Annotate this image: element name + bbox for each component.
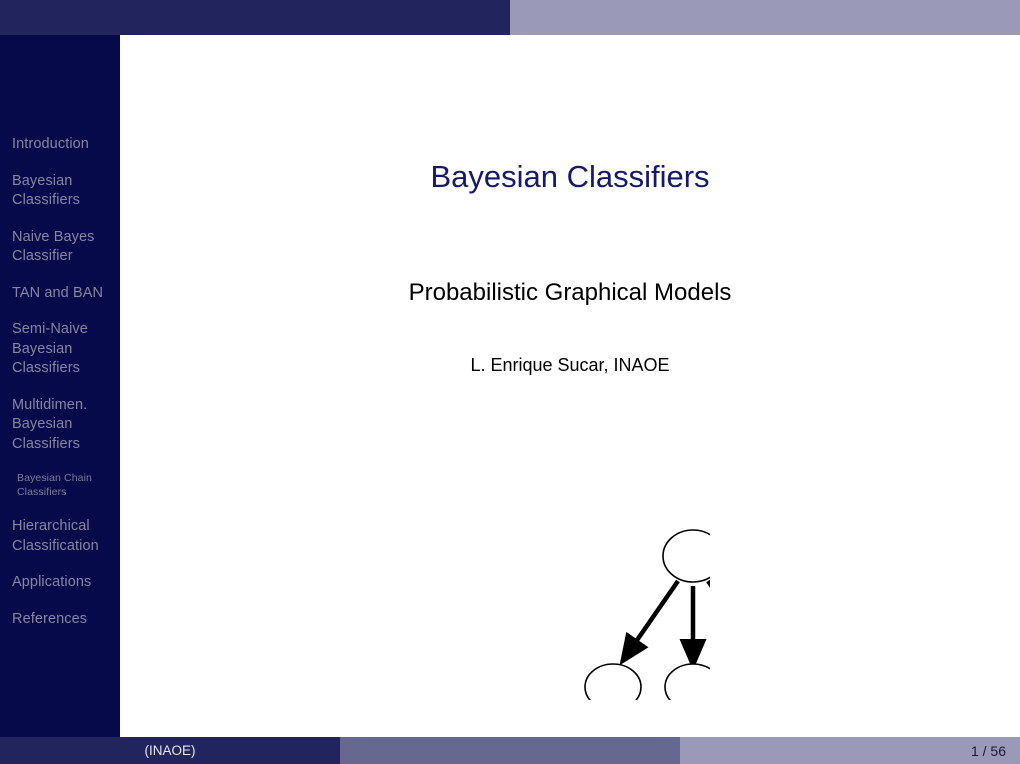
- sidebar-item-label: Naive Bayes Classifier: [12, 228, 95, 265]
- sidebar-item-hierarchical-classification[interactable]: Hierarchical Classification: [0, 517, 120, 556]
- graph-node-child-1: [584, 663, 642, 711]
- footer-institution-label: (INAOE): [144, 743, 196, 758]
- edge-parent-to-child-3: [706, 579, 767, 666]
- header-accent-light: [510, 0, 1020, 35]
- naive-bayes-graph-figure: [420, 485, 802, 711]
- sidebar-item-label: Introduction: [12, 136, 89, 152]
- table-of-contents: Introduction Bayesian Classifiers Naive …: [0, 135, 120, 646]
- sidebar-subitem-bayesian-chain-classifiers[interactable]: Bayesian Chain Classifiers: [0, 471, 120, 499]
- sidebar-item-multidimen-bayesian-classifiers[interactable]: Multidimen. Bayesian Classifiers: [0, 396, 120, 455]
- slide-header-bar: [0, 0, 1020, 35]
- sidebar-item-references[interactable]: References: [0, 610, 120, 630]
- sidebar-item-label: Semi-Naive Bayesian Classifiers: [12, 321, 88, 376]
- footer-page-segment: 1 / 56: [680, 737, 1020, 764]
- sidebar-item-label: Hierarchical Classification: [12, 518, 99, 554]
- graph-node-child-2: [664, 663, 722, 711]
- edge-parent-to-child-1: [619, 579, 680, 666]
- graph-node-parent: [662, 529, 724, 583]
- sidebar-item-bayesian-classifiers[interactable]: Bayesian Classifiers: [0, 172, 120, 211]
- sidebar-item-introduction[interactable]: Introduction: [0, 135, 120, 155]
- sidebar-item-tan-and-ban[interactable]: TAN and BAN: [0, 284, 120, 304]
- naive-bayes-graph-svg: [584, 529, 802, 711]
- sidebar-item-label: Bayesian Classifiers: [12, 172, 80, 209]
- sidebar-item-label: References: [12, 610, 88, 627]
- footer-page-number: 1 / 56: [970, 742, 1006, 759]
- header-accent-dark: [0, 0, 510, 35]
- sidebar-item-label: Applications: [12, 574, 92, 590]
- slide-content: Bayesian Classifiers Probabilistic Graph…: [120, 35, 1020, 737]
- sidebar-item-label: TAN and BAN: [12, 284, 104, 301]
- sidebar-navigation: Introduction Bayesian Classifiers Naive …: [0, 35, 120, 737]
- slide-subtitle: Probabilistic Graphical Models: [408, 279, 732, 306]
- slide-author: L. Enrique Sucar, INAOE: [470, 355, 670, 375]
- slide-title: Bayesian Classifiers: [430, 159, 710, 194]
- footer-middle-segment: [340, 737, 680, 764]
- sidebar-item-semi-naive-bayesian-classifiers[interactable]: Semi-Naive Bayesian Classifiers: [0, 320, 120, 379]
- sidebar-item-naive-bayes-classifier[interactable]: Naive Bayes Classifier: [0, 228, 120, 267]
- sidebar-item-label: Bayesian Chain Classifiers: [17, 472, 92, 498]
- sidebar-item-applications[interactable]: Applications: [0, 573, 120, 593]
- sidebar-item-label: Multidimen. Bayesian Classifiers: [12, 396, 88, 452]
- slide-footer: (INAOE) 1 / 56: [0, 737, 1020, 764]
- footer-institution-segment: (INAOE): [0, 737, 340, 764]
